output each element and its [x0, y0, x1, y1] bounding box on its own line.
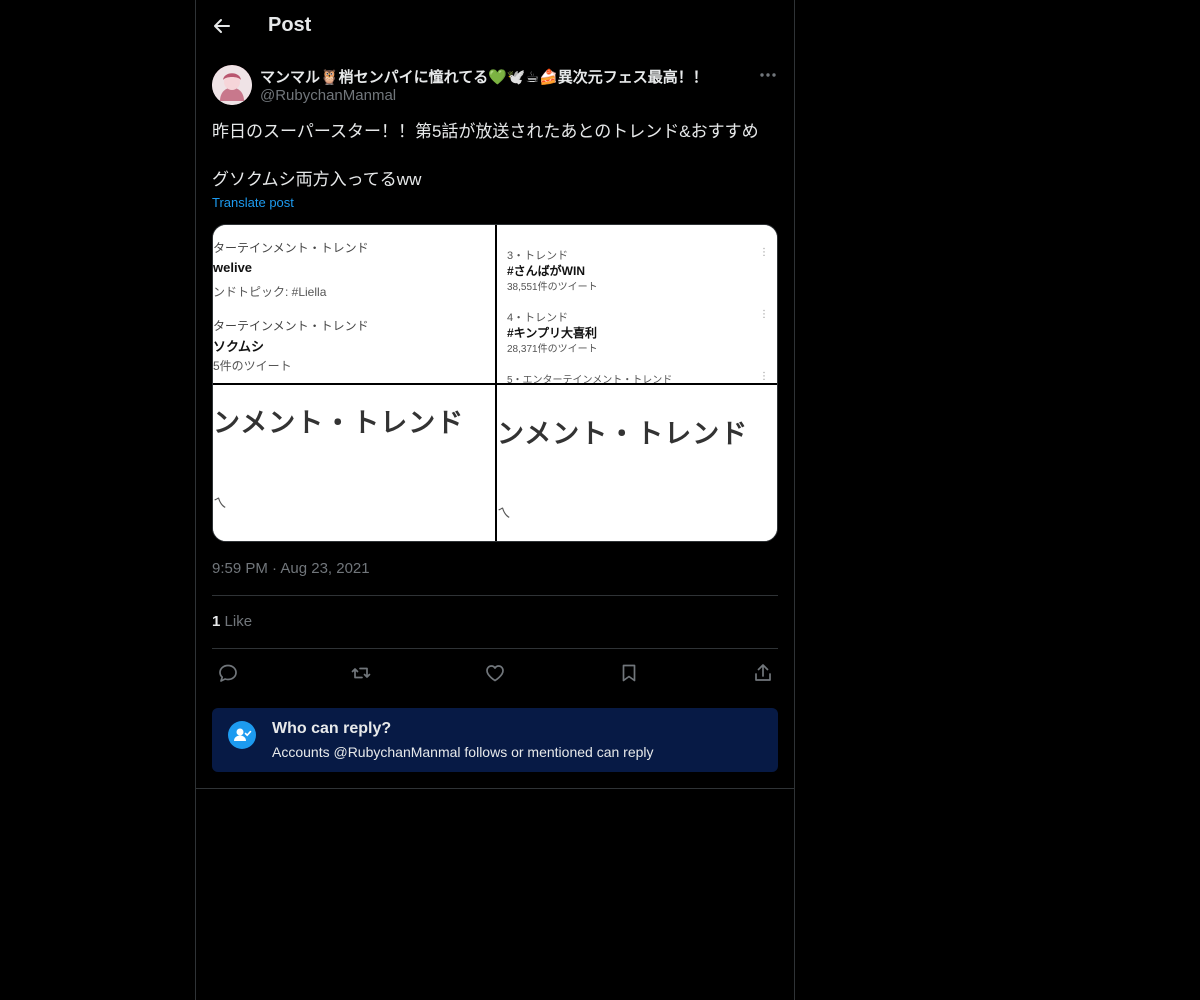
image1-line4: ターテインメント・トレンド: [213, 319, 369, 333]
image2-line5: #キンプリ大喜利: [507, 326, 597, 340]
media-image-2[interactable]: 3・トレンド ⋮ #さんばがWIN 38,551件のツイート 4・トレンド ⋮ …: [497, 225, 777, 383]
image1-line5: ソクムシ: [213, 339, 264, 354]
image2-line4: 4・トレンド: [507, 312, 569, 324]
likes-number: 1: [212, 613, 221, 630]
image2-line2: #さんばがWIN: [507, 264, 586, 278]
image2-line6: 28,371件のツイート: [507, 344, 598, 355]
avatar[interactable]: [212, 65, 252, 105]
who-can-reply-title: Who can reply?: [272, 720, 392, 737]
divider: [212, 595, 778, 596]
page-title: Post: [268, 14, 312, 36]
media-image-1[interactable]: ターテインメント・トレンド welive ンドトピック: #Liella ターテ…: [213, 225, 495, 383]
image2-more-icon-2: ⋮: [759, 309, 769, 320]
image1-line2: welive: [213, 260, 253, 275]
like-icon[interactable]: [484, 662, 506, 684]
media-image-3[interactable]: ンメント・トレンド ㄟ: [213, 385, 495, 541]
image2-line7: 5・エンターテインメント・トレンド: [507, 375, 673, 383]
image2-more-icon: ⋮: [759, 247, 769, 258]
action-bar: [212, 662, 778, 684]
bookmark-icon[interactable]: [618, 662, 640, 684]
reply-icon[interactable]: [217, 662, 239, 684]
image4-line1: ンメント・トレンド: [497, 419, 749, 449]
author-handle[interactable]: @RubychanManmal: [260, 87, 396, 104]
image1-line6: 5件のツイート: [213, 359, 292, 373]
image3-tick-mark: ㄟ: [213, 495, 227, 511]
post-timestamp[interactable]: 9:59 PM · Aug 23, 2021: [212, 560, 370, 577]
primary-column: Post マンマル🦉梢センパイに憧れてる💚🕊️☕🍰異次元フェス最高！！ @Rub…: [195, 0, 795, 1000]
image3-line1: ンメント・トレンド: [213, 408, 465, 438]
arrow-left-icon[interactable]: [212, 16, 232, 36]
likes-label: Like: [224, 613, 253, 630]
retweet-icon[interactable]: [350, 662, 372, 684]
top-bar: Post: [196, 0, 794, 53]
share-icon[interactable]: [752, 662, 774, 684]
author-display-name[interactable]: マンマル🦉梢センパイに憧れてる💚🕊️☕🍰異次元フェス最高！！: [260, 66, 708, 87]
more-options-icon[interactable]: [758, 68, 778, 82]
image1-line3: ンドトピック: #Liella: [213, 285, 327, 299]
image2-line1: 3・トレンド: [507, 250, 569, 262]
post-text: 昨日のスーパースター！！第5話が放送されたあとのトレンド&おすすめ グソクムシ両…: [212, 122, 759, 189]
image2-line3: 38,551件のツイート: [507, 282, 598, 293]
translate-post-link[interactable]: Translate post: [212, 195, 294, 210]
divider: [212, 648, 778, 649]
media-divider-horizontal: [213, 383, 777, 385]
media-image-4[interactable]: ンメント・トレンド ㄟ: [497, 385, 777, 541]
post-bottom-divider: [196, 788, 794, 789]
who-can-reply-description: Accounts @RubychanManmal follows or ment…: [272, 744, 654, 760]
likes-count[interactable]: 1 Like: [212, 613, 252, 630]
who-can-reply-notice: Who can reply? Accounts @RubychanManmal …: [212, 708, 778, 772]
mentioned-user-icon: [228, 721, 256, 749]
media-grid: ターテインメント・トレンド welive ンドトピック: #Liella ターテ…: [212, 224, 778, 542]
image1-line1: ターテインメント・トレンド: [213, 241, 369, 255]
image2-more-icon-3: ⋮: [759, 371, 769, 382]
image4-tick-mark: ㄟ: [497, 505, 511, 521]
